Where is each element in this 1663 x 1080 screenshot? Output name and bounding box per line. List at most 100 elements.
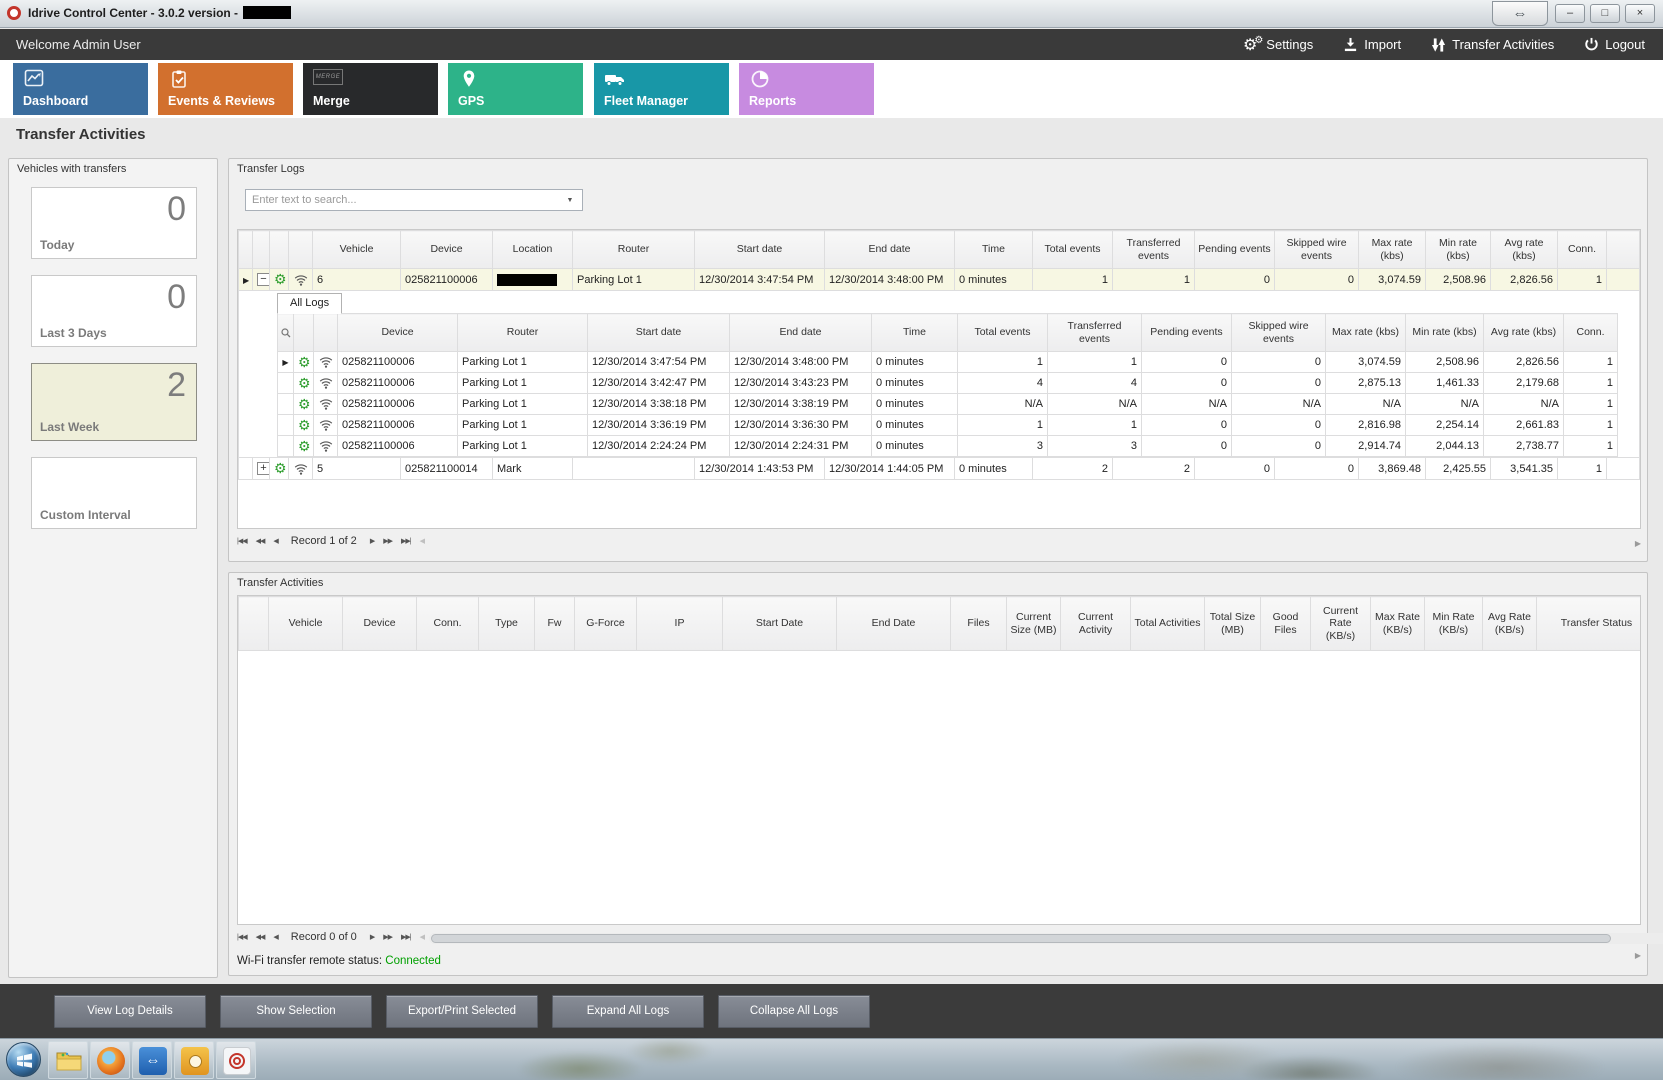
column-header[interactable]: Fw	[535, 597, 575, 651]
column-header[interactable]: Total Activities	[1131, 597, 1205, 651]
card-custom-interval[interactable]: Custom Interval	[31, 457, 197, 529]
log-row-vehicle-6[interactable]: ▶ − ⚙ 6 025821100006 Parking Lot 1 12/30…	[239, 269, 1640, 291]
maximize-button[interactable]: □	[1590, 4, 1620, 23]
footer-button[interactable]: Collapse All Logs	[718, 995, 870, 1028]
log-entry-row[interactable]: ▶ ⚙ 025821100006 Parking Lot 1 12/30/201…	[278, 352, 1618, 373]
last-page-button[interactable]: ▶▶|	[401, 537, 411, 545]
column-header[interactable]: Start date	[588, 314, 730, 352]
column-header[interactable]: Skipped wire events	[1232, 314, 1326, 352]
prev-page-button[interactable]: ◀	[273, 933, 277, 941]
column-header[interactable]: Files	[951, 597, 1007, 651]
log-row-vehicle-5[interactable]: + ⚙ 5 025821100014 Mark 12/30/2014 1:43:…	[239, 458, 1640, 480]
gear-icon[interactable]: ⚙	[298, 396, 311, 412]
column-header[interactable]: End date	[730, 314, 872, 352]
gear-icon[interactable]: ⚙	[298, 375, 311, 391]
column-header[interactable]: Conn.	[417, 597, 479, 651]
column-header[interactable]: Location	[493, 231, 573, 269]
column-header[interactable]: Vehicle	[313, 231, 401, 269]
footer-button[interactable]: Export/Print Selected	[386, 995, 538, 1028]
card-today[interactable]: 0 Today	[31, 187, 197, 259]
taskbar-teamviewer[interactable]: ⇔	[132, 1041, 172, 1079]
scroll-right-icon[interactable]: ▶	[1635, 951, 1641, 960]
log-entry-row[interactable]: ⚙ 025821100006 Parking Lot 1 12/30/2014 …	[278, 436, 1618, 457]
card-last-week[interactable]: 2 Last Week	[31, 363, 197, 441]
column-header[interactable]: Good Files	[1261, 597, 1311, 651]
column-header[interactable]: Router	[458, 314, 588, 352]
column-header[interactable]: End Date	[837, 597, 951, 651]
taskbar-outlook[interactable]	[174, 1041, 214, 1079]
column-header[interactable]: Min rate (kbs)	[1426, 231, 1491, 269]
last-page-button[interactable]: ▶▶|	[401, 933, 411, 941]
column-header[interactable]: Type	[479, 597, 535, 651]
fast-next-button[interactable]: ▶▶	[383, 537, 392, 545]
column-header[interactable]: Device	[401, 231, 493, 269]
search-icon[interactable]	[281, 328, 291, 338]
first-page-button[interactable]: |◀◀	[237, 537, 247, 545]
logout-button[interactable]: Logout	[1584, 37, 1645, 52]
gear-icon[interactable]: ⚙	[298, 417, 311, 433]
column-header[interactable]: Avg Rate (KB/s)	[1483, 597, 1537, 651]
log-entry-row[interactable]: ⚙ 025821100006 Parking Lot 1 12/30/2014 …	[278, 373, 1618, 394]
tab-dashboard[interactable]: Dashboard	[13, 63, 148, 115]
scrollbar-thumb[interactable]	[431, 934, 1611, 943]
fast-prev-button[interactable]: ◀◀	[256, 933, 265, 941]
column-header[interactable]: Transfer Status	[1537, 597, 1642, 651]
column-header[interactable]: IP	[637, 597, 723, 651]
column-header[interactable]: Start date	[695, 231, 825, 269]
next-page-button[interactable]: ▶	[370, 933, 374, 941]
prev-page-button[interactable]: ◀	[273, 537, 277, 545]
collapse-row-button[interactable]: −	[257, 273, 270, 286]
settings-button[interactable]: ⚙⚙ Settings	[1243, 35, 1313, 55]
column-header[interactable]: Max rate (kbs)	[1359, 231, 1426, 269]
fast-prev-button[interactable]: ◀◀	[256, 537, 265, 545]
column-header[interactable]: Max rate (kbs)	[1326, 314, 1406, 352]
log-entry-row[interactable]: ⚙ 025821100006 Parking Lot 1 12/30/2014 …	[278, 394, 1618, 415]
column-header[interactable]: Total Size (MB)	[1205, 597, 1261, 651]
column-header[interactable]: Total events	[958, 314, 1048, 352]
transfer-activities-button[interactable]: Transfer Activities	[1431, 37, 1554, 53]
taskbar-file-explorer[interactable]	[48, 1041, 88, 1079]
tab-merge[interactable]: MERGE Merge	[303, 63, 438, 115]
column-header[interactable]: Pending events	[1195, 231, 1275, 269]
column-header[interactable]: Router	[573, 231, 695, 269]
log-entry-row[interactable]: ⚙ 025821100006 Parking Lot 1 12/30/2014 …	[278, 415, 1618, 436]
next-page-button[interactable]: ▶	[370, 537, 374, 545]
column-header[interactable]: Conn.	[1564, 314, 1618, 352]
column-header[interactable]: Conn.	[1558, 231, 1607, 269]
gear-icon[interactable]: ⚙	[274, 460, 287, 476]
horizontal-scrollbar[interactable]	[429, 933, 1663, 944]
column-header[interactable]: Max Rate (KB/s)	[1371, 597, 1425, 651]
column-header[interactable]: G-Force	[575, 597, 637, 651]
column-header[interactable]: End date	[825, 231, 955, 269]
gear-icon[interactable]: ⚙	[298, 354, 311, 370]
search-dropdown-icon[interactable]: ▼	[560, 192, 580, 208]
column-header[interactable]: Min Rate (KB/s)	[1425, 597, 1483, 651]
footer-button[interactable]: Show Selection	[220, 995, 372, 1028]
fast-next-button[interactable]: ▶▶	[383, 933, 392, 941]
tab-events-reviews[interactable]: Events & Reviews	[158, 63, 293, 115]
column-header[interactable]: Current Rate (KB/s)	[1311, 597, 1371, 651]
splitter-handle[interactable]: •••	[228, 564, 1648, 571]
scroll-right-icon[interactable]: ▶	[1635, 539, 1641, 548]
gear-icon[interactable]: ⚙	[298, 438, 311, 454]
column-header[interactable]	[1607, 231, 1640, 269]
close-button[interactable]: ×	[1625, 4, 1655, 23]
all-logs-tab[interactable]: All Logs	[277, 293, 342, 314]
column-header[interactable]: Device	[343, 597, 417, 651]
column-header[interactable]: Avg rate (kbs)	[1491, 231, 1558, 269]
column-header[interactable]: Avg rate (kbs)	[1484, 314, 1564, 352]
card-last-3-days[interactable]: 0 Last 3 Days	[31, 275, 197, 347]
column-header[interactable]: Pending events	[1142, 314, 1232, 352]
column-header[interactable]: Time	[872, 314, 958, 352]
column-header[interactable]: Device	[338, 314, 458, 352]
expand-row-button[interactable]: +	[257, 462, 270, 475]
column-header[interactable]: Time	[955, 231, 1033, 269]
footer-button[interactable]: View Log Details	[54, 995, 206, 1028]
import-button[interactable]: Import	[1343, 37, 1401, 52]
column-header[interactable]: Vehicle	[269, 597, 343, 651]
tab-reports[interactable]: Reports	[739, 63, 874, 115]
column-header[interactable]: Total events	[1033, 231, 1113, 269]
first-page-button[interactable]: |◀◀	[237, 933, 247, 941]
column-header[interactable]: Min rate (kbs)	[1406, 314, 1484, 352]
footer-button[interactable]: Expand All Logs	[552, 995, 704, 1028]
